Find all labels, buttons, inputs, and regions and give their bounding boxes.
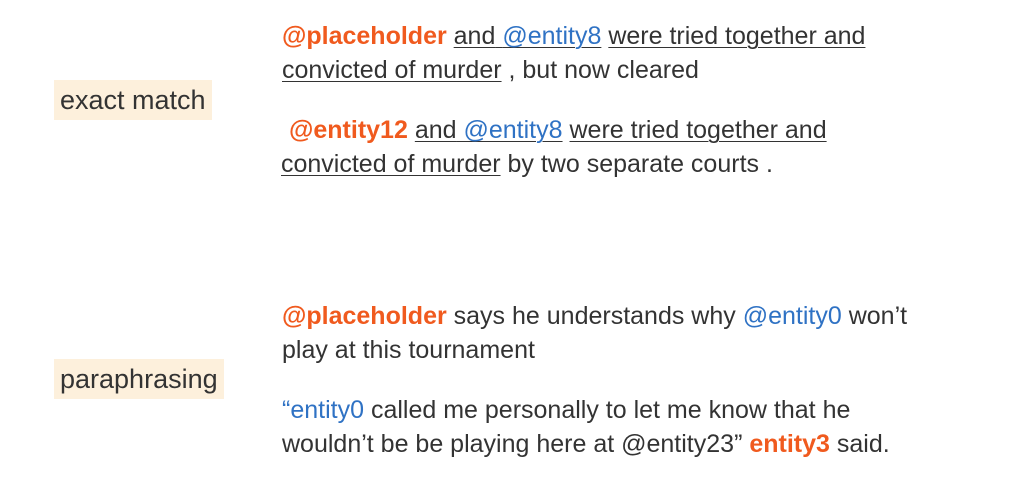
sentence-text: won’t: [848, 302, 908, 330]
word-and: and: [414, 116, 457, 144]
placeholder-token: @placeholder: [282, 22, 447, 50]
matched-span: convicted of murder: [281, 150, 501, 178]
paraphrasing-evidence-sentence: “entity0 called me personally to let me …: [282, 393, 890, 461]
entity-token: @entity0: [742, 302, 842, 330]
sentence-line: wouldn’t be be playing here at @entity23…: [282, 427, 890, 461]
sentence-text: says he understands why: [453, 302, 736, 330]
matched-span: and @entity8: [454, 22, 602, 50]
paraphrasing-label: paraphrasing: [54, 359, 224, 399]
exact-match-evidence-sentence: @entity12 and @entity8 were tried togeth…: [281, 113, 827, 181]
answer-entity-token: entity3: [749, 430, 830, 458]
entity-token: entity0: [290, 396, 364, 424]
matched-span: and @entity8: [415, 116, 563, 144]
answer-entity-token: @entity12: [289, 116, 408, 144]
sentence-line: convicted of murder , but now cleared: [282, 53, 865, 87]
matched-span: convicted of murder: [282, 56, 502, 84]
matched-span: were tried together and: [608, 22, 866, 50]
entity-token: @entity8: [463, 116, 563, 144]
sentence-tail: , but now cleared: [508, 56, 699, 84]
exact-match-label: exact match: [54, 80, 212, 120]
sentence-line: “entity0 called me personally to let me …: [282, 393, 890, 427]
matched-span: were tried together and: [569, 116, 827, 144]
sentence-line: convicted of murder by two separate cour…: [281, 147, 827, 181]
sentence-tail: by two separate courts .: [507, 150, 773, 178]
sentence-line: @placeholder says he understands why @en…: [282, 299, 907, 333]
sentence-line: play at this tournament: [282, 336, 535, 364]
sentence-line: @placeholder and @entity8 were tried tog…: [282, 19, 865, 53]
sentence-tail: said.: [836, 430, 890, 458]
paraphrasing-query-sentence: @placeholder says he understands why @en…: [282, 299, 907, 367]
sentence-text: called me personally to let me know that…: [370, 396, 851, 424]
sentence-line: @entity12 and @entity8 were tried togeth…: [289, 113, 827, 147]
entity-token: @entity8: [502, 22, 602, 50]
exact-match-query-sentence: @placeholder and @entity8 were tried tog…: [282, 19, 865, 87]
sentence-text: wouldn’t be be playing here at @entity23…: [282, 430, 743, 458]
word-and: and: [453, 22, 496, 50]
placeholder-token: @placeholder: [282, 302, 447, 330]
